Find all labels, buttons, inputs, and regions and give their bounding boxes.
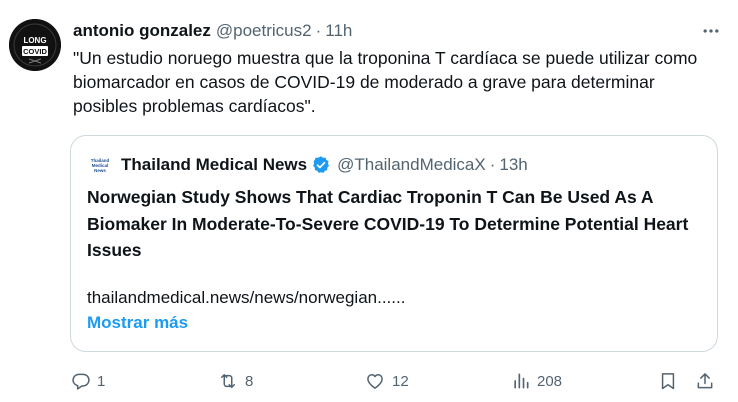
more-horizontal-icon — [703, 29, 719, 33]
heart-icon — [367, 374, 383, 389]
bookmark-icon — [661, 373, 675, 390]
quoted-timestamp[interactable]: 13h — [499, 155, 527, 175]
quoted-link[interactable]: thailandmedical.news/news/norwegian.....… — [87, 288, 405, 308]
quoted-separator-dot: · — [489, 155, 496, 174]
avatar-text-line2: COVID — [23, 47, 47, 56]
reply-icon — [72, 373, 90, 390]
author-handle[interactable]: @poetricus2 — [216, 21, 312, 41]
verified-badge-icon — [311, 155, 331, 175]
tweet-timestamp[interactable]: 11h — [325, 21, 352, 41]
quoted-logo-line3: News — [94, 167, 106, 173]
views-icon — [514, 373, 529, 389]
quoted-avatar[interactable]: Thailand Medical News — [89, 154, 111, 176]
quoted-tweet-header: Thailand Medical News Thailand Medical N… — [89, 153, 528, 177]
repost-count: 8 — [245, 372, 254, 390]
avatar-text-line1: LONG — [23, 36, 46, 45]
quoted-tweet-text: Norwegian Study Shows That Cardiac Tropo… — [87, 187, 689, 260]
long-covid-logo: LONG COVID — [9, 19, 61, 71]
views-button[interactable]: 208 — [511, 369, 562, 393]
share-icon — [697, 373, 713, 389]
more-options-button[interactable] — [698, 18, 724, 44]
tweet-header: antonio gonzalez @poetricus2 · 11h — [73, 19, 352, 43]
avatar[interactable]: LONG COVID — [9, 19, 61, 71]
bookmark-button[interactable] — [658, 369, 678, 393]
like-button[interactable]: 12 — [364, 369, 409, 393]
author-name[interactable]: antonio gonzalez — [73, 21, 211, 41]
reply-button[interactable]: 1 — [71, 369, 105, 393]
views-count: 208 — [537, 372, 563, 390]
quoted-author-handle[interactable]: @ThailandMedicaX — [337, 155, 486, 175]
repost-button[interactable]: 8 — [217, 369, 253, 393]
quoted-tweet-card[interactable]: Thailand Medical News Thailand Medical N… — [70, 135, 718, 352]
separator-dot: · — [315, 21, 322, 40]
like-count: 12 — [392, 372, 409, 390]
share-button[interactable] — [695, 369, 715, 393]
show-more-link[interactable]: Mostrar más — [87, 313, 188, 333]
repost-icon — [221, 374, 235, 388]
reply-count: 1 — [97, 372, 106, 390]
tweet-text: "Un estudio noruego muestra que la tropo… — [73, 48, 698, 116]
quoted-author-name[interactable]: Thailand Medical News — [121, 155, 307, 175]
